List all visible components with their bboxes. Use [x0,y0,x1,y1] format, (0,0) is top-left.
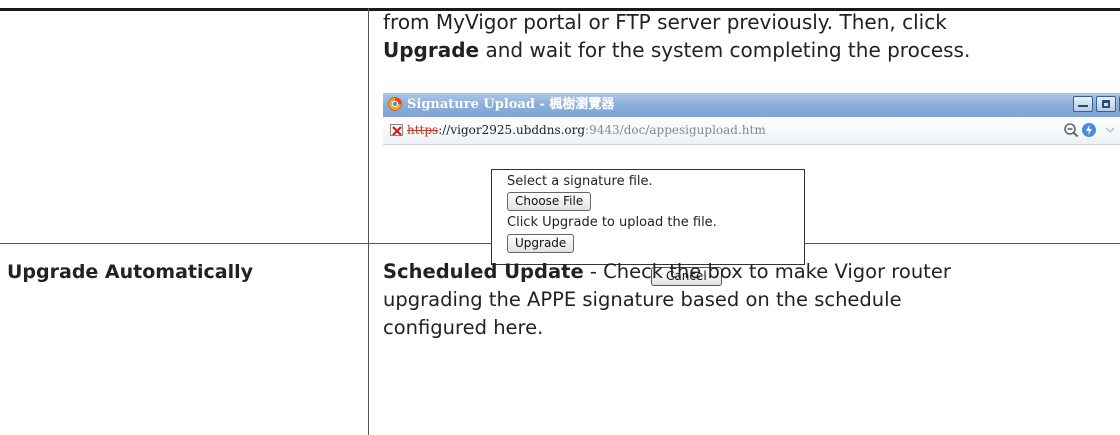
scheduled-update-term: Scheduled Update [383,260,584,283]
instructions-line1: from MyVigor portal or FTP server previo… [383,10,947,34]
signature-upload-window: Signature Upload - 楓樹瀏覽器 https://vigor29… [383,93,1120,286]
upgrade-instructions: from MyVigor portal or FTP server previo… [383,8,1113,64]
scheduled-update-description: Scheduled Update - Check the box to make… [383,258,1113,342]
chevron-down-icon[interactable] [1105,126,1115,134]
document-table: from MyVigor portal or FTP server previo… [0,0,1120,435]
window-titlebar: Signature Upload - 楓樹瀏覽器 [383,93,1120,117]
maximize-button[interactable] [1096,96,1116,112]
url-path: :9443/doc/appesigupload.htm [585,123,766,137]
upgrade-automatically-label: Upgrade Automatically [7,261,253,283]
upload-form: Select a signature file. Choose File Cli… [491,169,805,265]
instructions-line2: and wait for the system completing the p… [479,38,971,62]
zoom-out-icon[interactable] [1063,122,1079,138]
url-scheme: https [407,123,439,137]
url-host: ://vigor2925.ubddns.org [438,123,586,137]
url-text[interactable]: https://vigor2925.ubddns.org:9443/doc/ap… [407,122,766,138]
description-line2: upgrading the APPE signature based on th… [383,288,902,311]
minimize-button[interactable] [1073,96,1093,112]
description-line1: - Check the box to make Vigor router [583,260,951,283]
certificate-error-icon [390,124,403,136]
address-bar[interactable]: https://vigor2925.ubddns.org:9443/doc/ap… [383,117,1120,145]
upgrade-button[interactable]: Upgrade [507,234,575,253]
window-title: Signature Upload - 楓樹瀏覽器 [407,97,615,112]
lightning-icon[interactable] [1081,122,1097,138]
description-line3: configured here. [383,316,544,339]
browser-app-icon [388,97,402,111]
upload-hint-text: Click Upgrade to upload the file. [507,215,717,230]
table-column-divider [368,8,369,435]
instructions-upgrade-word: Upgrade [383,38,480,62]
choose-file-button[interactable]: Choose File [507,192,592,211]
select-file-text: Select a signature file. [507,174,653,189]
